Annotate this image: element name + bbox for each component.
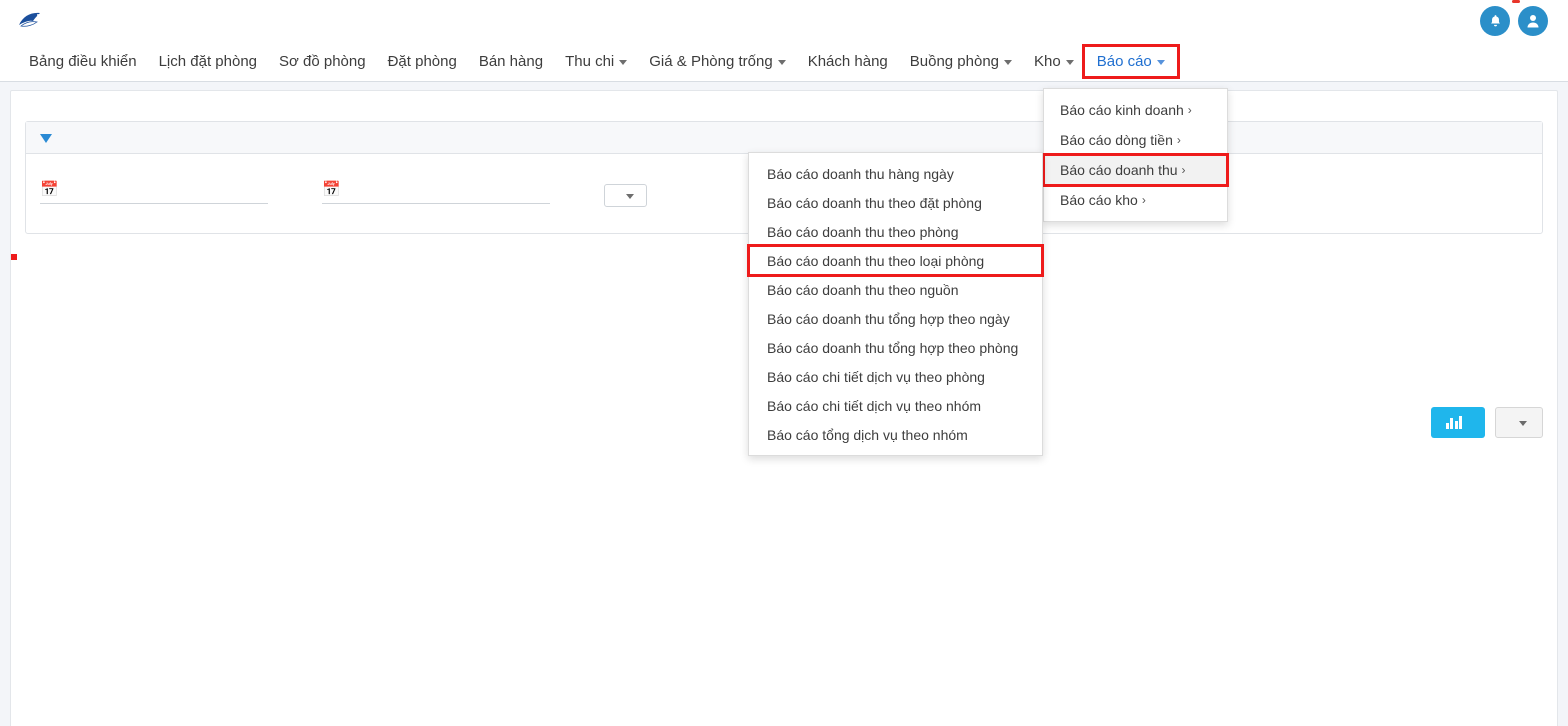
notifications-button[interactable] xyxy=(1480,0,1520,36)
chevron-down-icon xyxy=(619,60,628,65)
to-date-input[interactable]: 📅 xyxy=(322,182,550,204)
nav-item-3[interactable]: Đặt phòng xyxy=(377,49,468,74)
page-title xyxy=(11,91,1557,121)
to-date-field: 📅 xyxy=(322,170,572,207)
calendar-icon: 📅 xyxy=(40,181,59,198)
total-column-highlight xyxy=(11,253,17,260)
menu2-item-label: Báo cáo doanh thu theo đặt phòng xyxy=(767,194,982,211)
chevron-right-icon: › xyxy=(1176,133,1181,147)
nav-item-1[interactable]: Lịch đặt phòng xyxy=(148,49,268,74)
menu2-item-6[interactable]: Báo cáo doanh thu tổng hợp theo phòng xyxy=(749,333,1042,362)
user-avatar-button[interactable] xyxy=(1518,6,1548,36)
nav-item-label: Giá & Phòng trống xyxy=(649,53,773,70)
menu1-item-0[interactable]: Báo cáo kinh doanh › xyxy=(1044,95,1227,125)
report-actions xyxy=(1430,407,1543,438)
export-file-button[interactable] xyxy=(1495,407,1543,438)
menu1-item-2[interactable]: Báo cáo doanh thu › xyxy=(1042,153,1229,187)
menu2-item-label: Báo cáo doanh thu theo loại phòng xyxy=(767,252,985,269)
user-icon xyxy=(1527,15,1539,28)
nav-item-label: Đặt phòng xyxy=(387,53,457,70)
nav-item-6[interactable]: Giá & Phòng trống xyxy=(638,49,796,74)
menu1-item-label: Báo cáo kho xyxy=(1060,192,1138,208)
menu2-item-label: Báo cáo doanh thu theo nguồn xyxy=(767,281,959,298)
nav-item-0[interactable]: Bảng điều khiển xyxy=(18,49,148,74)
chevron-right-icon: › xyxy=(1141,193,1146,207)
nav-item-label: Báo cáo xyxy=(1096,53,1152,70)
chevron-down-icon xyxy=(1004,60,1013,65)
search-panel-header[interactable] xyxy=(26,122,1542,154)
nav-item-label: Khách hàng xyxy=(807,53,888,70)
menu2-item-label: Báo cáo chi tiết dịch vụ theo phòng xyxy=(767,368,985,385)
brand-logo[interactable] xyxy=(18,12,136,30)
nav-item-4[interactable]: Bán hàng xyxy=(468,49,554,74)
menu2-item-label: Báo cáo tổng dịch vụ theo nhóm xyxy=(767,426,968,443)
from-date-input[interactable]: 📅 xyxy=(40,182,268,204)
reports-dropdown-menu: Báo cáo kinh doanh › Báo cáo dòng tiền › Báo… xyxy=(1042,88,1229,222)
nav-item-8[interactable]: Buồng phòng xyxy=(899,49,1023,74)
top-bar xyxy=(0,0,1568,42)
menu2-item-2[interactable]: Báo cáo doanh thu theo phòng xyxy=(749,217,1042,246)
chevron-down-icon xyxy=(1065,60,1074,65)
revenue-reports-submenu: Báo cáo doanh thu hàng ngày Báo cáo doanh… xyxy=(747,152,1044,456)
menu2-item-1[interactable]: Báo cáo doanh thu theo đặt phòng xyxy=(749,188,1042,217)
menu2-item-7[interactable]: Báo cáo chi tiết dịch vụ theo phòng xyxy=(749,362,1042,391)
nav-item-10[interactable]: Báo cáo xyxy=(1081,44,1180,79)
bar-chart-icon xyxy=(1445,416,1462,429)
bell-icon xyxy=(1490,14,1500,26)
report-table-container[interactable] xyxy=(11,463,1557,726)
nav-item-9[interactable]: Kho xyxy=(1023,49,1085,74)
from-date-field: 📅 xyxy=(40,170,290,207)
menu2-item-9[interactable]: Báo cáo tổng dịch vụ theo nhóm xyxy=(749,420,1042,449)
menu2-item-0[interactable]: Báo cáo doanh thu hàng ngày xyxy=(749,159,1042,188)
nav-item-5[interactable]: Thu chi xyxy=(554,49,638,74)
blue-jay-bird-icon xyxy=(18,12,46,29)
menu1-item-label: Báo cáo doanh thu xyxy=(1060,162,1178,178)
menu2-item-3[interactable]: Báo cáo doanh thu theo loại phòng xyxy=(747,244,1044,277)
menu2-item-label: Báo cáo doanh thu tổng hợp theo phòng xyxy=(767,339,1019,356)
nav-item-label: Bảng điều khiển xyxy=(29,53,137,70)
menu2-item-label: Báo cáo chi tiết dịch vụ theo nhóm xyxy=(767,397,982,414)
main-navigation: Bảng điều khiển Lịch đặt phòng Sơ đồ phòng… xyxy=(0,42,1568,82)
menu2-item-4[interactable]: Báo cáo doanh thu theo nguồn xyxy=(749,275,1042,304)
caret-down-icon xyxy=(1519,421,1527,426)
menu1-item-label: Báo cáo dòng tiền xyxy=(1060,132,1173,148)
menu2-item-label: Báo cáo doanh thu hàng ngày xyxy=(767,165,954,182)
chevron-right-icon: › xyxy=(1181,163,1186,177)
chevron-down-icon xyxy=(777,60,786,65)
menu1-item-1[interactable]: Báo cáo dòng tiền › xyxy=(1044,125,1227,155)
nav-item-label: Lịch đặt phòng xyxy=(158,53,258,70)
nav-item-label: Buồng phòng xyxy=(909,53,1000,70)
nav-item-label: Bán hàng xyxy=(478,53,544,70)
view-chart-button[interactable] xyxy=(1430,407,1485,438)
nav-item-label: Sơ đồ phòng xyxy=(279,53,366,70)
chevron-down-icon xyxy=(1156,60,1165,65)
menu1-item-label: Báo cáo kinh doanh xyxy=(1060,102,1184,118)
chevron-right-icon: › xyxy=(1187,103,1192,117)
room-type-select[interactable] xyxy=(604,183,647,207)
topbar-actions xyxy=(1480,0,1548,36)
calendar-icon: 📅 xyxy=(322,181,341,198)
notification-badge xyxy=(1512,0,1520,3)
menu2-item-5[interactable]: Báo cáo doanh thu tổng hợp theo ngày xyxy=(749,304,1042,333)
menu2-item-8[interactable]: Báo cáo chi tiết dịch vụ theo nhóm xyxy=(749,391,1042,420)
nav-item-label: Kho xyxy=(1034,53,1061,70)
chevron-down-icon xyxy=(626,193,634,199)
nav-item-label: Thu chi xyxy=(565,53,615,70)
menu2-item-label: Báo cáo doanh thu theo phòng xyxy=(767,223,959,240)
nav-item-7[interactable]: Khách hàng xyxy=(797,49,899,74)
menu1-item-3[interactable]: Báo cáo kho › xyxy=(1044,185,1227,215)
menu2-item-label: Báo cáo doanh thu tổng hợp theo ngày xyxy=(767,310,1010,327)
funnel-icon xyxy=(40,134,52,143)
nav-item-2[interactable]: Sơ đồ phòng xyxy=(268,49,377,74)
